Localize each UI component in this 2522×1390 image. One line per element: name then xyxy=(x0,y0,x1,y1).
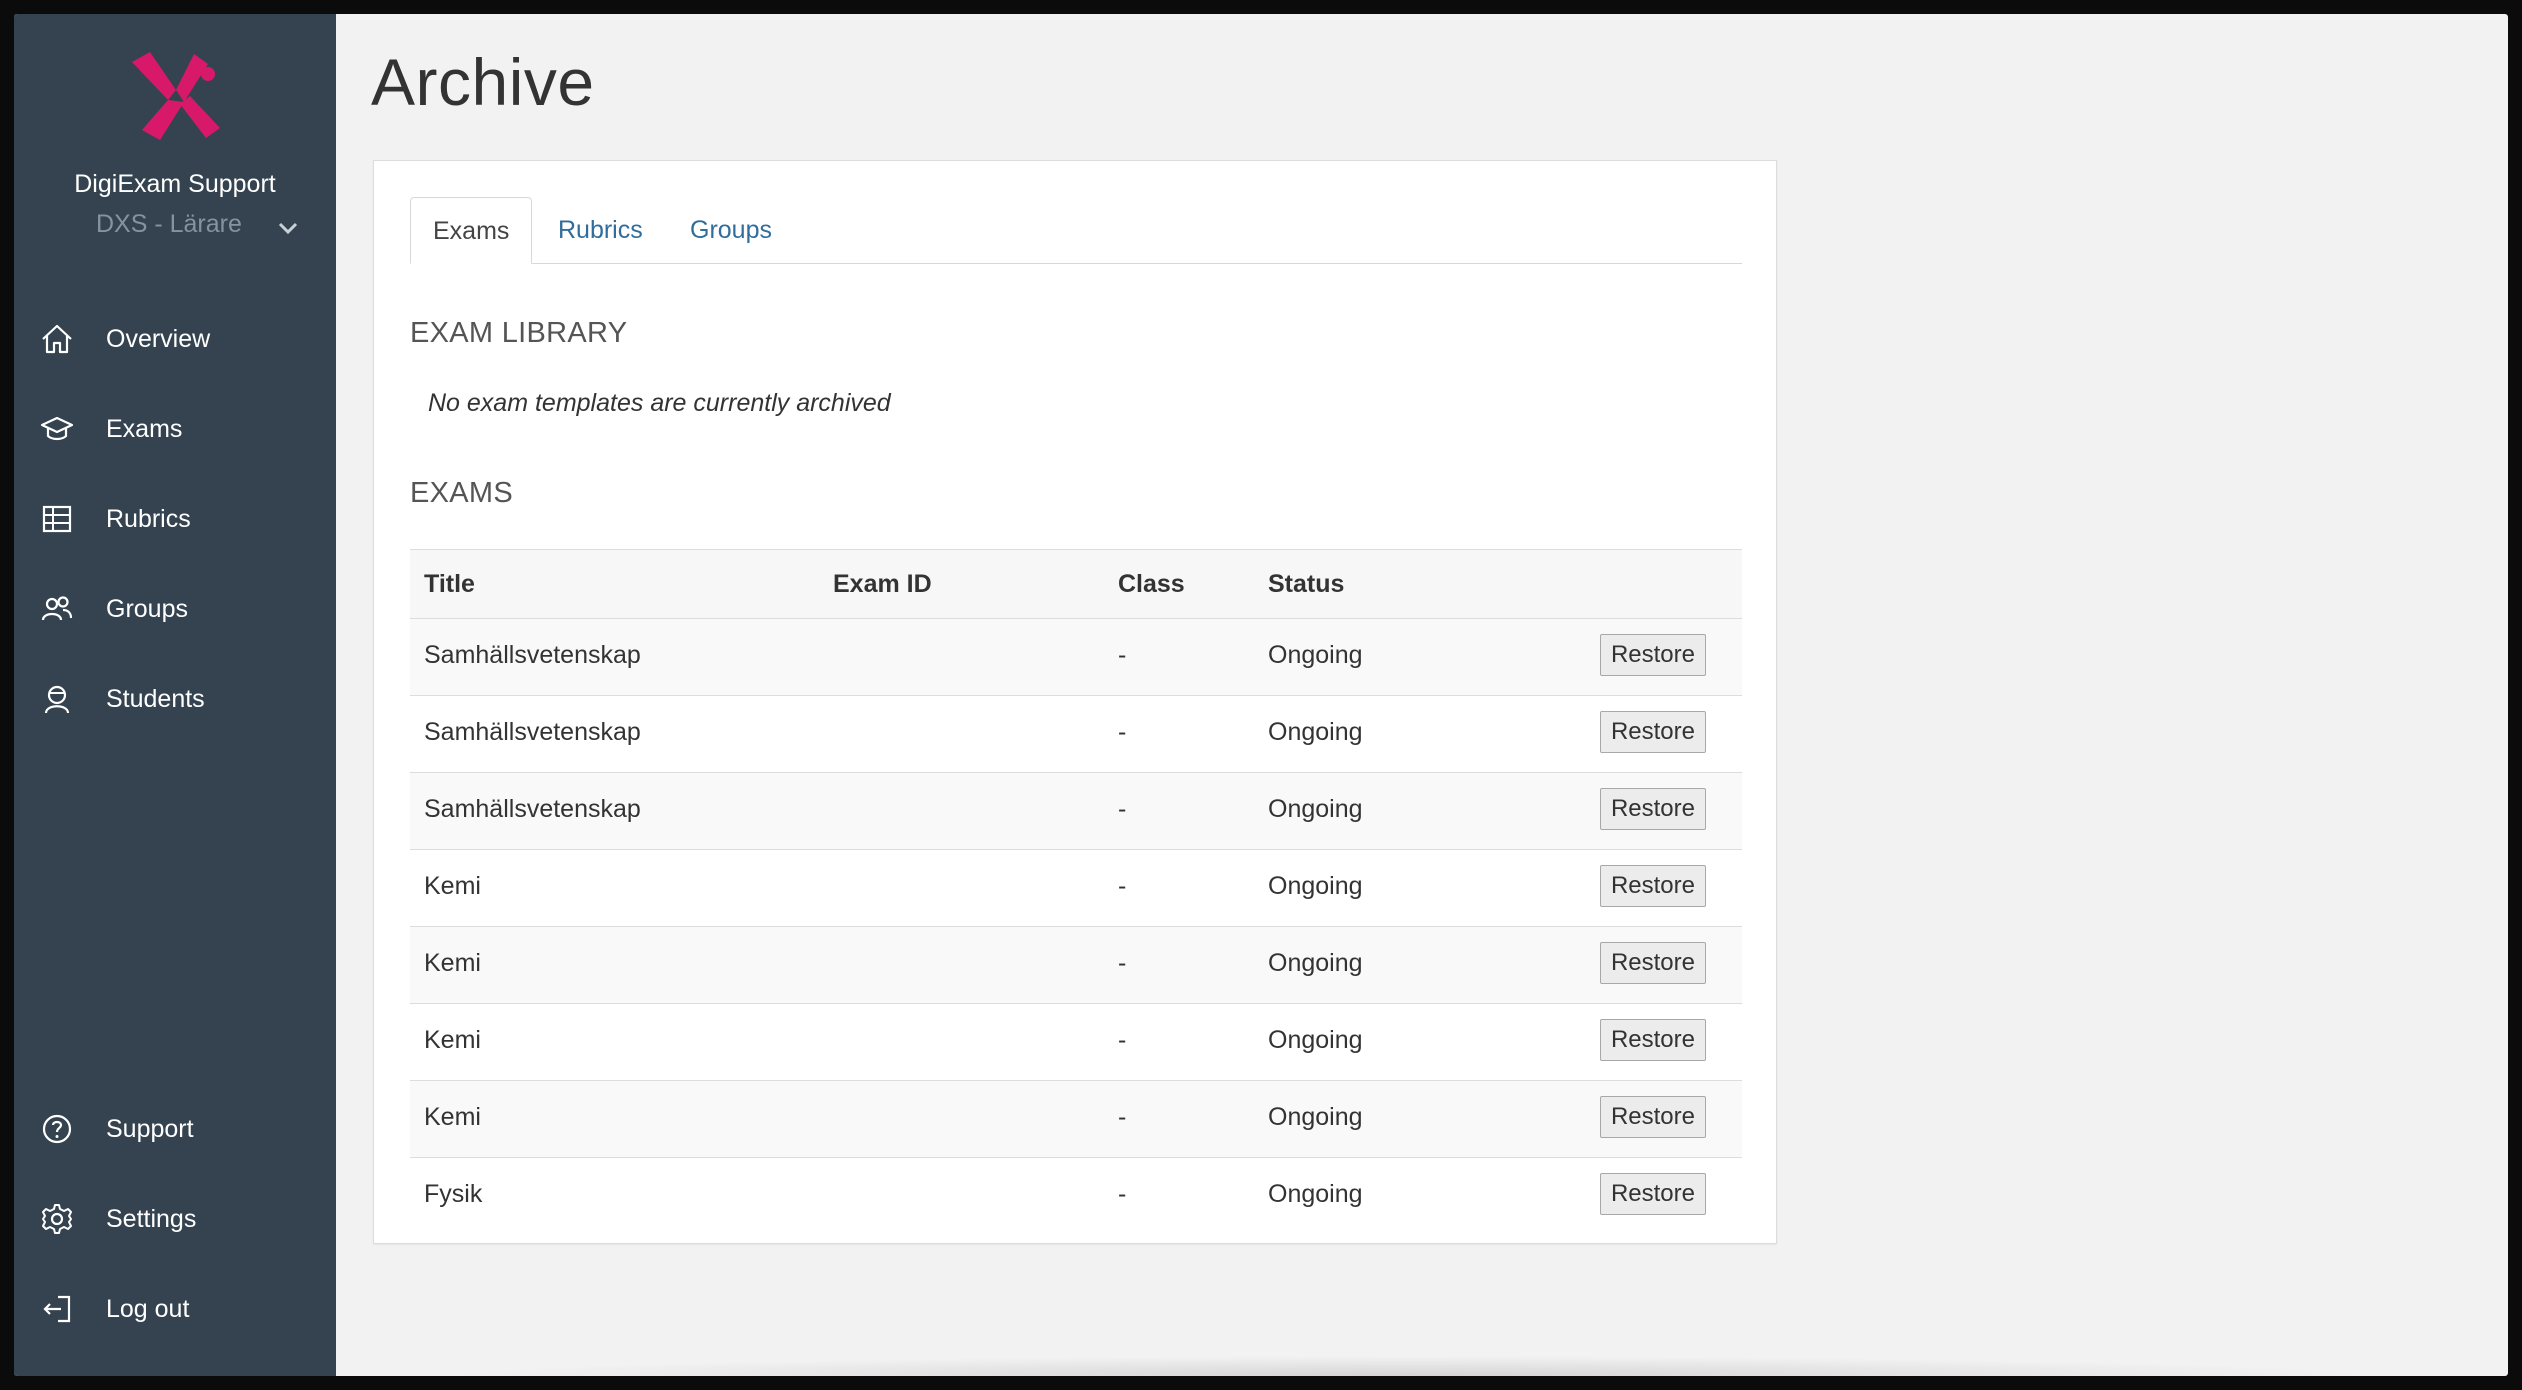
exam-library-empty-note: No exam templates are currently archived xyxy=(428,389,891,417)
nav-item-logout[interactable]: Log out xyxy=(14,1274,336,1344)
table-body: Samhällsvetenskap - Ongoing Restore Samh… xyxy=(410,619,1742,1234)
cell-class: - xyxy=(1118,1026,1127,1054)
tab-exams[interactable]: Exams xyxy=(410,197,533,264)
app-window: DigiExam Support DXS - Lärare Overview E… xyxy=(14,14,2508,1376)
logout-icon xyxy=(43,1295,71,1323)
archived-exams-table: Title Exam ID Class Status Samhällsveten… xyxy=(410,549,1742,1234)
home-icon xyxy=(42,324,72,354)
page-title: Archive xyxy=(371,45,595,119)
cell-status: Ongoing xyxy=(1268,949,1363,977)
table-row: Samhällsvetenskap - Ongoing Restore xyxy=(410,619,1742,696)
restore-button[interactable]: Restore xyxy=(1599,1173,1706,1215)
nav-item-rubrics[interactable]: Rubrics xyxy=(14,484,336,554)
exams-heading: EXAMS xyxy=(410,477,514,509)
table-row: Kemi - Ongoing Restore xyxy=(410,927,1742,1004)
sidebar: DigiExam Support DXS - Lärare Overview E… xyxy=(14,14,336,1376)
tab-groups[interactable]: Groups xyxy=(668,197,794,263)
organization-selector-value: DXS - Lärare xyxy=(96,210,242,238)
chevron-down-icon xyxy=(278,222,298,235)
cell-title: Samhällsvetenskap xyxy=(424,795,641,823)
nav-item-label: Settings xyxy=(106,1204,197,1233)
cell-class: - xyxy=(1118,795,1127,823)
restore-button[interactable]: Restore xyxy=(1599,865,1706,907)
column-header-class: Class xyxy=(1118,570,1185,598)
graduation-cap-icon xyxy=(40,416,74,441)
cell-title: Kemi xyxy=(424,1026,481,1054)
gear-icon xyxy=(42,1204,72,1234)
cell-status: Ongoing xyxy=(1268,795,1363,823)
table-header: Title Exam ID Class Status xyxy=(410,549,1742,619)
nav-item-label: Groups xyxy=(106,594,188,623)
nav-item-label: Log out xyxy=(106,1294,190,1323)
nav-item-label: Exams xyxy=(106,414,183,443)
nav-item-label: Support xyxy=(106,1114,194,1143)
nav-item-students[interactable]: Students xyxy=(14,664,336,734)
nav-item-groups[interactable]: Groups xyxy=(14,574,336,644)
cell-class: - xyxy=(1118,872,1127,900)
student-icon xyxy=(44,685,70,714)
cell-class: - xyxy=(1118,949,1127,977)
cell-title: Samhällsvetenskap xyxy=(424,641,641,669)
table-row: Kemi - Ongoing Restore xyxy=(410,850,1742,927)
restore-button[interactable]: Restore xyxy=(1599,788,1706,830)
exam-library-heading: EXAM LIBRARY xyxy=(410,317,628,349)
archive-tabs: Exams Rubrics Groups xyxy=(410,197,1742,264)
nav-item-label: Overview xyxy=(106,324,211,353)
restore-button[interactable]: Restore xyxy=(1599,1019,1706,1061)
cell-status: Ongoing xyxy=(1268,718,1363,746)
tab-rubrics[interactable]: Rubrics xyxy=(536,197,665,263)
column-header-status: Status xyxy=(1268,570,1345,598)
organization-selector[interactable]: DXS - Lärare xyxy=(14,210,336,250)
restore-button[interactable]: Restore xyxy=(1599,1096,1706,1138)
cell-title: Samhällsvetenskap xyxy=(424,718,641,746)
nav-item-label: Students xyxy=(106,684,205,713)
cell-title: Fysik xyxy=(424,1180,483,1208)
cell-title: Kemi xyxy=(424,1103,481,1131)
cell-status: Ongoing xyxy=(1268,1180,1363,1208)
column-header-title: Title xyxy=(424,570,475,598)
digiexam-logo-icon[interactable] xyxy=(124,44,228,148)
help-circle-icon xyxy=(42,1114,72,1144)
restore-button[interactable]: Restore xyxy=(1599,634,1706,676)
nav-item-exams[interactable]: Exams xyxy=(14,394,336,464)
cell-title: Kemi xyxy=(424,949,481,977)
nav-item-support[interactable]: Support xyxy=(14,1094,336,1164)
window-bottom-shadow xyxy=(434,1356,2388,1376)
organization-name: DigiExam Support xyxy=(74,170,276,198)
table-row: Samhällsvetenskap - Ongoing Restore xyxy=(410,773,1742,850)
cell-class: - xyxy=(1118,1180,1127,1208)
cell-status: Ongoing xyxy=(1268,1103,1363,1131)
cell-class: - xyxy=(1118,1103,1127,1131)
cell-class: - xyxy=(1118,718,1127,746)
table-row: Kemi - Ongoing Restore xyxy=(410,1004,1742,1081)
cell-title: Kemi xyxy=(424,872,481,900)
table-row: Kemi - Ongoing Restore xyxy=(410,1081,1742,1158)
nav-item-settings[interactable]: Settings xyxy=(14,1184,336,1254)
restore-button[interactable]: Restore xyxy=(1599,711,1706,753)
nav-item-overview[interactable]: Overview xyxy=(14,304,336,374)
column-header-exam-id: Exam ID xyxy=(833,570,932,598)
archive-card: Exams Rubrics Groups EXAM LIBRARY No exa… xyxy=(373,160,1777,1244)
nav-item-label: Rubrics xyxy=(106,504,191,533)
cell-status: Ongoing xyxy=(1268,641,1363,669)
users-icon xyxy=(41,596,73,621)
table-grid-icon xyxy=(42,505,72,533)
table-row: Fysik - Ongoing Restore xyxy=(410,1158,1742,1234)
restore-button[interactable]: Restore xyxy=(1599,942,1706,984)
cell-class: - xyxy=(1118,641,1127,669)
cell-status: Ongoing xyxy=(1268,872,1363,900)
cell-status: Ongoing xyxy=(1268,1026,1363,1054)
table-row: Samhällsvetenskap - Ongoing Restore xyxy=(410,696,1742,773)
